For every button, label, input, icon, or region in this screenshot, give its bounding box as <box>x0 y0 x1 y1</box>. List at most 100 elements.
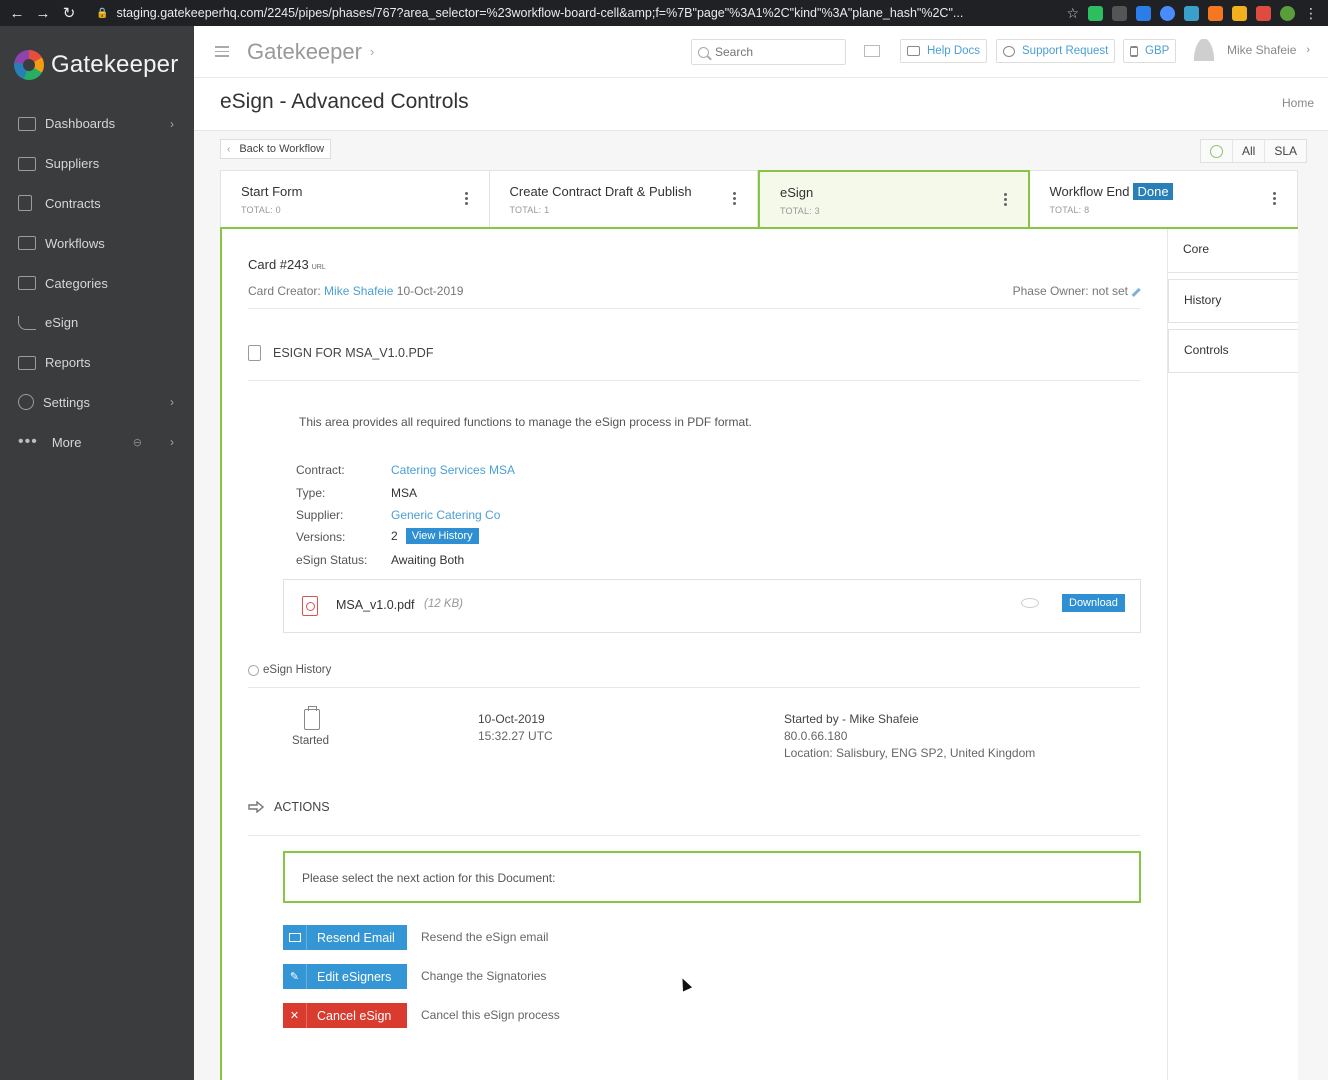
resend-email-button[interactable]: Resend Email <box>283 925 407 950</box>
back-to-workflow-button[interactable]: ‹ Back to Workflow <box>220 139 332 159</box>
user-menu[interactable]: Mike Shafeie › <box>1194 39 1310 61</box>
download-button[interactable]: Download <box>1062 594 1125 612</box>
extension-icon[interactable] <box>1136 5 1151 21</box>
kebab-menu-icon[interactable] <box>1003 193 1008 206</box>
filter-all[interactable]: All <box>1232 140 1264 162</box>
phase-total: TOTAL: 1 <box>509 205 550 215</box>
history-started-by: Started by - Mike Shafeie <box>784 712 919 726</box>
supplier-link[interactable]: Generic Catering Co <box>391 508 500 522</box>
button-label: Edit eSigners <box>317 969 392 984</box>
back-label: Back to Workflow <box>239 143 325 155</box>
type-value: MSA <box>391 486 418 500</box>
sidebar-item-settings[interactable]: Settings › <box>0 383 194 423</box>
calendar-extension-icon[interactable] <box>1256 5 1271 21</box>
brand-logo[interactable]: Gatekeeper <box>0 26 194 104</box>
card-body: Card #243 URL Card Creator: Mike Shafeie … <box>222 229 1168 1080</box>
lock-icon: 🔒 <box>96 7 109 19</box>
kebab-menu-icon[interactable] <box>464 192 469 205</box>
phase-name: Start Form <box>241 184 303 199</box>
card-panel: Card #243 URL Card Creator: Mike Shafeie … <box>220 227 1298 1080</box>
divider <box>248 380 1140 381</box>
folder-icon <box>18 276 36 291</box>
sidebar-item-dashboards[interactable]: Dashboards › <box>0 104 194 144</box>
phase-create-contract-draft[interactable]: Create Contract Draft & Publish TOTAL: 1 <box>489 170 758 228</box>
clipboard-icon <box>304 706 320 730</box>
hubspot-extension-icon[interactable] <box>1208 5 1223 21</box>
gatekeeper-logo-icon <box>14 50 44 80</box>
address-bar[interactable]: staging.gatekeeperhq.com/2245/pipes/phas… <box>116 6 996 20</box>
zoom-extension-icon[interactable] <box>1160 5 1175 21</box>
eye-icon[interactable] <box>1021 598 1039 608</box>
back-arrow-icon[interactable]: ← <box>8 4 26 22</box>
esign-history-text: eSign History <box>263 664 332 676</box>
actions-title: ACTIONS <box>248 800 330 814</box>
sidebar-item-categories[interactable]: Categories <box>0 263 194 303</box>
main-content: ‹ Back to Workflow All SLA Start Form TO… <box>194 131 1328 1080</box>
file-name[interactable]: MSA_v1.0.pdf <box>336 598 415 612</box>
filter-sla[interactable]: SLA <box>1264 140 1306 162</box>
phase-start-form[interactable]: Start Form TOTAL: 0 <box>220 170 490 228</box>
signature-icon <box>18 315 36 330</box>
reload-icon[interactable]: ↻ <box>60 4 78 22</box>
sidebar-item-workflows[interactable]: Workflows <box>0 223 194 263</box>
mail-icon[interactable] <box>864 45 880 57</box>
app-title[interactable]: Gatekeeper <box>247 39 362 65</box>
phase-workflow-end[interactable]: Workflow End Done TOTAL: 8 <box>1029 170 1298 228</box>
text-extension-icon[interactable] <box>1184 5 1199 21</box>
kebab-menu-icon[interactable] <box>733 192 737 205</box>
resend-email-desc: Resend the eSign email <box>421 930 549 944</box>
sidebar-item-contracts[interactable]: Contracts <box>0 184 194 224</box>
history-ip: 80.0.66.180 <box>784 729 848 743</box>
view-history-button[interactable]: View History <box>405 528 479 544</box>
versions-label: Versions: <box>296 530 346 544</box>
kebab-menu-icon[interactable] <box>1273 192 1277 205</box>
document-icon <box>248 345 261 361</box>
divider <box>248 308 1140 309</box>
edit-esigners-button[interactable]: ✎ Edit eSigners <box>283 964 407 989</box>
divider <box>248 835 1140 836</box>
cancel-esign-button[interactable]: ✕ Cancel eSign <box>283 1003 407 1028</box>
browser-menu-icon[interactable]: ⋮ <box>1304 5 1318 22</box>
search-icon <box>698 46 709 58</box>
creator-link[interactable]: Mike Shafeie <box>324 284 393 298</box>
phase-name: Create Contract Draft & Publish <box>509 184 692 199</box>
sidebar-item-label: Workflows <box>45 235 105 251</box>
tab-controls[interactable]: Controls <box>1168 329 1298 373</box>
sidebar-item-esign[interactable]: eSign <box>0 303 194 343</box>
hamburger-menu-icon[interactable] <box>215 46 229 57</box>
help-docs-button[interactable]: Help Docs <box>900 39 988 63</box>
star-icon[interactable]: ☆ <box>1066 5 1079 22</box>
extension-icon[interactable] <box>1232 5 1247 21</box>
box-icon <box>18 156 36 171</box>
chevron-right-icon: › <box>369 44 375 59</box>
search-box[interactable] <box>691 39 846 65</box>
extension-icon[interactable] <box>1112 5 1127 21</box>
sidebar-item-suppliers[interactable]: Suppliers <box>0 144 194 184</box>
lock-icon: ⊖ <box>132 436 142 449</box>
sidebar-item-reports[interactable]: Reports <box>0 343 194 383</box>
breadcrumb-home[interactable]: Home <box>1282 96 1314 110</box>
currency-button[interactable]: GBP <box>1123 39 1177 63</box>
sidebar-item-more[interactable]: ••• More ⊖ › <box>0 422 194 462</box>
esign-description: This area provides all required function… <box>299 415 752 429</box>
card-number: Card #243 <box>248 257 309 272</box>
evernote-extension-icon[interactable] <box>1088 5 1103 21</box>
forward-arrow-icon[interactable]: → <box>34 4 52 22</box>
search-input[interactable] <box>715 45 835 59</box>
phase-esign[interactable]: eSign TOTAL: 3 <box>758 170 1030 228</box>
alarm-filter[interactable] <box>1201 140 1232 162</box>
phase-total: TOTAL: 8 <box>1049 205 1090 215</box>
supplier-label: Supplier: <box>296 508 344 522</box>
contract-link[interactable]: Catering Services MSA <box>391 463 515 477</box>
profile-avatar-icon[interactable] <box>1280 5 1295 21</box>
support-request-label: Support Request <box>1022 45 1109 57</box>
pencil-icon[interactable] <box>1131 287 1141 297</box>
tab-core[interactable]: Core <box>1168 229 1298 273</box>
card-url-link[interactable]: URL <box>312 264 326 271</box>
tab-history[interactable]: History <box>1168 279 1298 323</box>
support-request-button[interactable]: Support Request <box>996 39 1116 63</box>
chevron-right-icon: › <box>170 435 174 450</box>
monitor-icon <box>18 116 36 131</box>
created-date: 10-Oct-2019 <box>396 284 464 298</box>
clock-icon <box>248 664 259 676</box>
